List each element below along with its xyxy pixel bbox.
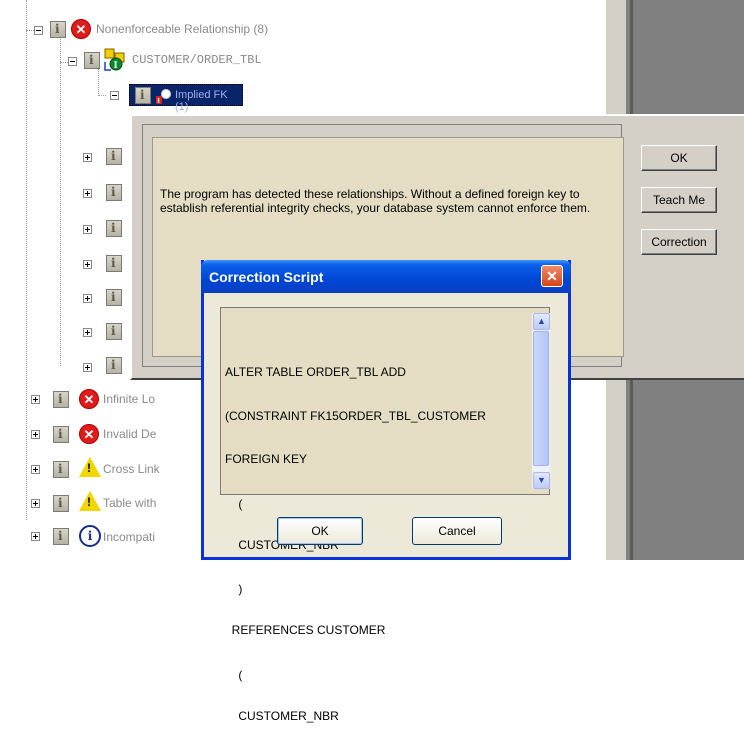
key-icon: I: [153, 86, 173, 106]
dialog-title: Correction Script: [209, 269, 324, 285]
tree-item-cross[interactable]: Cross Link: [103, 462, 160, 476]
info-tag-icon: [106, 255, 122, 272]
expand-toggle[interactable]: [83, 189, 92, 198]
tree-item-incompat[interactable]: Incompati: [103, 530, 155, 544]
expand-toggle[interactable]: [83, 153, 92, 162]
selected-row[interactable]: I Implied FK (1): [129, 84, 243, 113]
collapse-toggle[interactable]: [68, 57, 77, 66]
info-tag-icon: [106, 323, 122, 340]
info-tag-icon: [106, 148, 122, 165]
script-line: (CONSTRAINT FK15ORDER_TBL_CUSTOMER: [225, 408, 486, 423]
info-tag-icon: [53, 495, 69, 512]
info-tag-icon: [53, 528, 69, 545]
script-textarea[interactable]: ALTER TABLE ORDER_TBL ADD (CONSTRAINT FK…: [220, 307, 550, 723]
svg-text:I: I: [114, 61, 118, 71]
info-tag-icon: [106, 289, 122, 306]
warning-icon: !: [79, 457, 101, 477]
scroll-thumb[interactable]: [533, 331, 549, 466]
tree-item-nonenforceable[interactable]: Nonenforceable Relationship (8): [96, 22, 268, 36]
close-icon[interactable]: ✕: [541, 265, 563, 287]
error-icon: ✕: [79, 389, 99, 409]
information-icon: i: [79, 525, 101, 547]
tree-item-implied-fk: Implied FK (1): [175, 89, 228, 113]
script-line: (: [225, 496, 243, 511]
dialog-ok-button[interactable]: OK: [277, 517, 363, 545]
dialog-titlebar[interactable]: Correction Script ✕: [201, 260, 571, 293]
vertical-scrollbar[interactable]: ▲ ▼: [532, 313, 550, 489]
dialog-cancel-button[interactable]: Cancel: [412, 517, 502, 545]
error-icon: ✕: [79, 424, 99, 444]
info-tag-icon: [50, 21, 66, 38]
svg-text:I: I: [157, 97, 160, 105]
expand-toggle[interactable]: [83, 328, 92, 337]
tree-item-table-with[interactable]: Table with: [103, 496, 156, 510]
script-line: ALTER TABLE ORDER_TBL ADD: [225, 365, 406, 379]
script-line: ): [225, 582, 243, 596]
tree-item-invalid[interactable]: Invalid De: [103, 427, 156, 441]
scroll-down-arrow-icon[interactable]: ▼: [533, 472, 550, 489]
script-line: (: [225, 667, 243, 682]
correction-button[interactable]: Correction: [641, 229, 717, 255]
script-line: REFERENCES CUSTOMER: [225, 623, 386, 637]
info-tag-icon: [106, 184, 122, 201]
info-tag-icon: [53, 461, 69, 478]
info-tag-icon: [106, 357, 122, 374]
tree-item-customer-order[interactable]: CUSTOMER/ORDER_TBL: [132, 53, 262, 67]
scroll-up-arrow-icon[interactable]: ▲: [533, 313, 550, 330]
expand-toggle[interactable]: [83, 260, 92, 269]
expand-toggle[interactable]: [31, 465, 40, 474]
expand-toggle[interactable]: [31, 532, 40, 541]
collapse-toggle[interactable]: [34, 26, 43, 35]
warning-icon: !: [79, 491, 101, 511]
info-tag-icon: [84, 52, 100, 69]
collapse-toggle[interactable]: [110, 91, 119, 100]
error-icon: ✕: [71, 19, 91, 39]
expand-toggle[interactable]: [31, 499, 40, 508]
info-tag-icon: [53, 426, 69, 443]
info-tag-icon: [106, 220, 122, 237]
relationship-icon: I: [103, 48, 127, 72]
teach-me-button[interactable]: Teach Me: [641, 187, 717, 213]
tree-item-infinite[interactable]: Infinite Lo: [103, 392, 155, 406]
ok-button[interactable]: OK: [641, 145, 717, 171]
info-tag-icon: [53, 391, 69, 408]
info-tag-icon: [135, 87, 151, 104]
expand-toggle[interactable]: [83, 294, 92, 303]
expand-toggle[interactable]: [83, 363, 92, 372]
message-text: The program has detected these relations…: [160, 187, 591, 215]
script-line: CUSTOMER_NBR: [225, 708, 339, 723]
expand-toggle[interactable]: [31, 430, 40, 439]
expand-toggle[interactable]: [83, 225, 92, 234]
script-line: FOREIGN KEY: [225, 452, 308, 466]
expand-toggle[interactable]: [31, 395, 40, 404]
